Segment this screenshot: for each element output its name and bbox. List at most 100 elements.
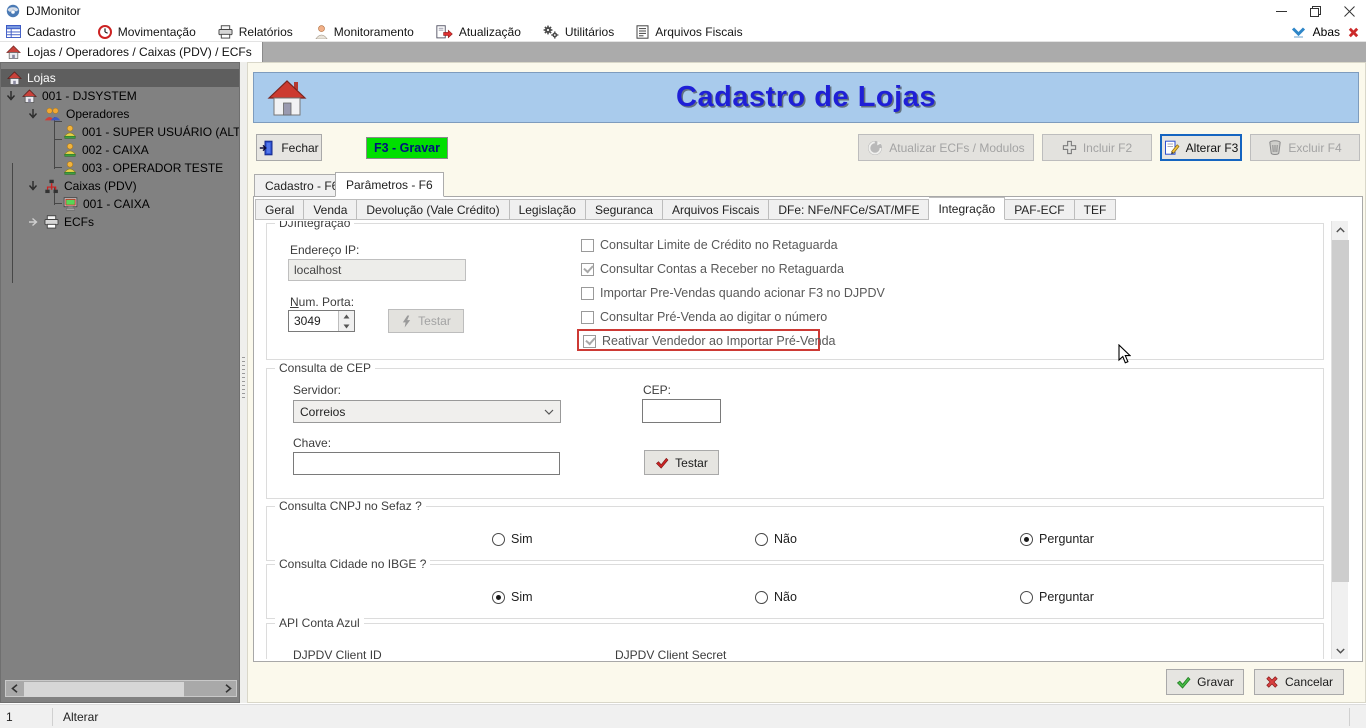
button-label: Testar — [675, 455, 708, 470]
tab-lojas-operadores[interactable]: Lojas / Operadores / Caixas (PDV) / ECFs — [0, 42, 263, 62]
export-arrow-icon — [436, 24, 453, 39]
scrollbar-thumb[interactable] — [1332, 240, 1349, 582]
atualizar-ecfs-button[interactable]: Atualizar ECFs / Modulos — [858, 134, 1034, 161]
checkbox-checked-icon[interactable] — [583, 334, 596, 348]
menu-utilitarios[interactable]: Utilitários — [543, 25, 614, 39]
subtab-paf-ecf[interactable]: PAF-ECF — [1005, 199, 1075, 220]
menu-relatorios[interactable]: Relatórios — [218, 25, 293, 39]
tab-parametros-f6[interactable]: Parâmetros - F6 — [335, 172, 444, 197]
subtab-integracao[interactable]: Integração — [929, 197, 1006, 220]
tree-item-lojas[interactable]: Lojas — [1, 69, 239, 87]
subtab-legislacao[interactable]: Legislação — [509, 199, 586, 220]
restore-button[interactable] — [1298, 0, 1332, 22]
radio-icon[interactable] — [492, 532, 505, 546]
cancelar-button[interactable]: Cancelar — [1254, 669, 1344, 695]
testar-porta-button[interactable]: Testar — [388, 309, 464, 333]
tree-item-operador-001[interactable]: 001 - SUPER USUÁRIO (ALTERE — [63, 123, 239, 141]
testar-cep-button[interactable]: Testar — [644, 450, 719, 475]
tree-item-caixa-001[interactable]: 001 - CAIXA — [63, 195, 150, 213]
tree-item-ecfs[interactable]: ECFs — [27, 213, 94, 231]
menu-atualizacao[interactable]: Atualização — [436, 25, 521, 39]
expanded-arrow-icon[interactable] — [27, 180, 39, 192]
radio-cnpj-sim[interactable]: Sim — [492, 532, 533, 546]
excluir-button[interactable]: Excluir F4 — [1250, 134, 1360, 161]
gravar-button[interactable]: Gravar — [1166, 669, 1244, 695]
checkbox-contas-receber[interactable]: Consultar Contas a Receber no Retaguarda — [581, 262, 844, 276]
subtab-dfe[interactable]: DFe: NFe/NFCe/SAT/MFE — [769, 199, 930, 220]
radio-icon[interactable] — [755, 532, 768, 546]
expanded-arrow-icon[interactable] — [5, 90, 17, 102]
endereco-ip-input[interactable] — [288, 259, 466, 281]
subtab-venda[interactable]: Venda — [304, 199, 358, 220]
checkbox-importar-pre-vendas[interactable]: Importar Pre-Vendas quando acionar F3 no… — [581, 286, 885, 300]
menu-movimentacao[interactable]: Movimentação — [97, 24, 196, 39]
menu-label: Utilitários — [564, 24, 615, 39]
menu-bar: Cadastro Movimentação Relatórios Monitor… — [0, 22, 1366, 42]
subtab-devolucao[interactable]: Devolução (Vale Crédito) — [357, 199, 510, 220]
menu-cadastro[interactable]: Cadastro — [6, 25, 76, 39]
scroll-down-arrow-icon[interactable] — [1332, 642, 1349, 659]
scroll-left-arrow-icon[interactable] — [6, 681, 22, 696]
radio-ibge-sim[interactable]: Sim — [492, 590, 533, 604]
radio-cnpj-perguntar[interactable]: Perguntar — [1020, 532, 1094, 546]
cadastro-lojas-panel: Cadastro de Lojas Fechar F3 - Gravar Atu… — [247, 62, 1366, 703]
tab-label: Parâmetros - F6 — [346, 177, 433, 192]
checkbox-limite-credito[interactable]: Consultar Limite de Crédito no Retaguard… — [581, 238, 838, 252]
panel-splitter[interactable] — [240, 62, 247, 703]
person-icon — [315, 24, 328, 39]
radio-ibge-perguntar[interactable]: Perguntar — [1020, 590, 1094, 604]
alterar-button[interactable]: Alterar F3 — [1160, 134, 1242, 161]
checkbox-reativar-vendedor[interactable]: Reativar Vendedor ao Importar Pré-Venda — [583, 334, 835, 348]
highlight-box: Reativar Vendedor ao Importar Pré-Venda — [577, 329, 835, 351]
checkbox-icon[interactable] — [581, 286, 594, 300]
menu-label: Cadastro — [27, 24, 76, 39]
scroll-right-arrow-icon[interactable] — [220, 681, 236, 696]
radio-selected-icon[interactable] — [1020, 532, 1033, 546]
checkbox-icon[interactable] — [581, 238, 594, 252]
tree-item-djsystem[interactable]: 001 - DJSYSTEM — [5, 87, 137, 105]
nav-tab-strip: Lojas / Operadores / Caixas (PDV) / ECFs — [0, 42, 1366, 62]
spin-down-icon[interactable] — [339, 321, 354, 331]
tree-item-operadores[interactable]: Operadores — [27, 105, 129, 123]
tree-item-caixas-pdv[interactable]: Caixas (PDV) — [27, 177, 137, 195]
chave-input[interactable] — [293, 452, 560, 475]
num-porta-stepper[interactable]: 3049 — [288, 310, 355, 332]
tree-item-operador-003[interactable]: 003 - OPERADOR TESTE — [63, 159, 223, 177]
subtab-seguranca[interactable]: Seguranca — [585, 199, 663, 220]
subtab-tef[interactable]: TEF — [1074, 199, 1117, 220]
radio-icon[interactable] — [1020, 590, 1033, 604]
tree-horizontal-scrollbar[interactable] — [5, 680, 237, 697]
checkbox-icon[interactable] — [581, 310, 594, 324]
menu-arquivos-fiscais[interactable]: Arquivos Fiscais — [636, 25, 743, 39]
page-vertical-scrollbar[interactable] — [1331, 221, 1349, 659]
collapsed-arrow-icon[interactable] — [27, 216, 39, 228]
scroll-up-arrow-icon[interactable] — [1332, 221, 1349, 238]
close-tab-icon[interactable] — [1347, 26, 1360, 39]
menu-monitoramento[interactable]: Monitoramento — [315, 25, 414, 39]
expanded-arrow-icon[interactable] — [27, 108, 39, 120]
subtab-arquivos-fiscais[interactable]: Arquivos Fiscais — [662, 199, 770, 220]
radio-cnpj-nao[interactable]: Não — [755, 532, 797, 546]
checkbox-checked-icon[interactable] — [581, 262, 594, 276]
fechar-button[interactable]: Fechar — [256, 134, 322, 161]
monitor-icon — [63, 197, 78, 211]
radio-ibge-nao[interactable]: Não — [755, 590, 797, 604]
spin-up-icon[interactable] — [339, 311, 354, 321]
abas-chevron-down-icon[interactable] — [1291, 26, 1306, 38]
incluir-button[interactable]: Incluir F2 — [1042, 134, 1152, 161]
servidor-label: Servidor: — [293, 383, 342, 397]
subtab-geral[interactable]: Geral — [255, 199, 305, 220]
checkbox-label: Consultar Limite de Crédito no Retaguard… — [600, 238, 838, 252]
radio-icon[interactable] — [755, 590, 768, 604]
minimize-button[interactable] — [1264, 0, 1298, 22]
radio-label: Sim — [511, 590, 533, 604]
radio-selected-icon[interactable] — [492, 590, 505, 604]
checkbox-consultar-pre-venda[interactable]: Consultar Pré-Venda ao digitar o número — [581, 310, 827, 324]
scrollbar-thumb[interactable] — [24, 682, 184, 697]
status-mode: Alterar — [63, 709, 99, 724]
abas-label[interactable]: Abas — [1313, 25, 1340, 39]
tree-item-operador-002[interactable]: 002 - CAIXA — [63, 141, 149, 159]
servidor-select[interactable]: Correios — [293, 400, 561, 423]
close-button[interactable] — [1332, 0, 1366, 22]
cep-input[interactable] — [642, 399, 721, 423]
